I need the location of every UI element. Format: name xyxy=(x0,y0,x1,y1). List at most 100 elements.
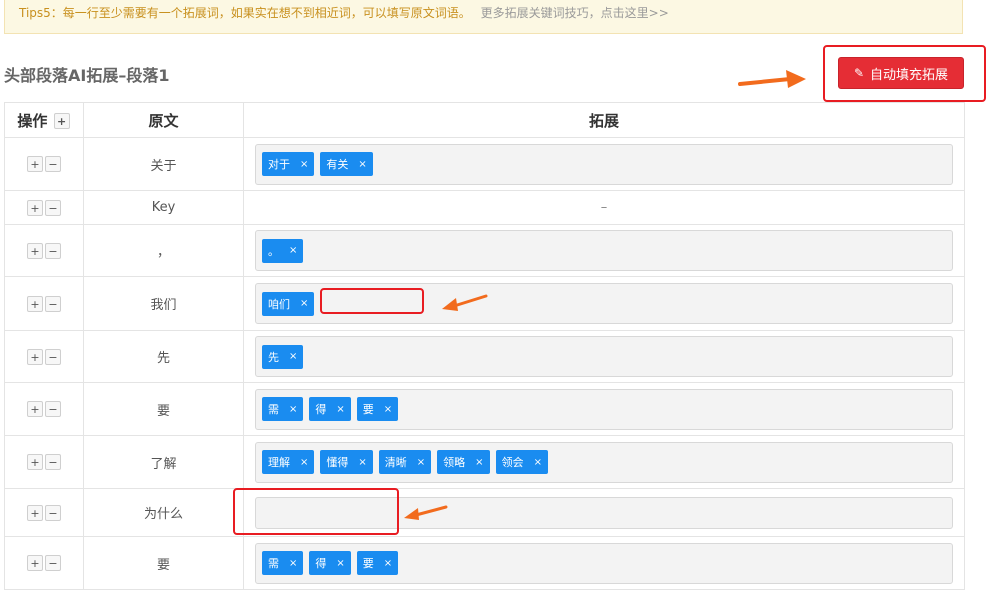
expansion-tag: 懂得 × xyxy=(320,450,373,474)
expansion-tag: 要 × xyxy=(356,551,399,575)
tag-label: 领略 xyxy=(443,456,466,469)
table-row: + − 要需 × 得 × 要 × xyxy=(4,536,965,590)
row-ops-cell: + − xyxy=(4,224,84,277)
annotation-arrow-icon xyxy=(738,70,806,88)
tag-input-field[interactable]: 需 × 得 × 要 × xyxy=(255,388,953,430)
tag-label: 需 xyxy=(268,557,279,570)
tag-label: 咱们 xyxy=(268,297,290,311)
remove-row-button[interactable]: − xyxy=(45,242,61,259)
autofill-button[interactable]: ✎ 自动填充拓展 xyxy=(838,57,964,89)
expansion-cell: 对于 × 有关 × xyxy=(243,137,965,191)
add-row-button[interactable]: + xyxy=(27,348,43,365)
tag-remove-icon[interactable]: × xyxy=(358,457,366,468)
tips-banner: Tips5：每一行至少需要有一个拓展词，如果实在想不到相近词，可以填写原文词语。… xyxy=(4,0,963,34)
row-ops-cell: + − xyxy=(4,276,84,331)
tag-remove-icon[interactable]: × xyxy=(417,457,425,468)
tag-remove-icon[interactable]: × xyxy=(475,457,483,468)
expansion-table: 操作 + 原文 拓展 + − 关于 对于 × 有关 × + − Key – + −，。 × + − 我们 咱们 × +… xyxy=(4,102,965,590)
expansion-tag: 。 × xyxy=(262,238,304,263)
expansion-cell: – xyxy=(243,190,965,225)
tag-label: 先 xyxy=(268,350,279,364)
row-ops-cell: + − xyxy=(4,435,84,489)
source-header: 原文 xyxy=(83,102,244,138)
tag-input-field[interactable]: 理解 × 懂得 × 清晰 × 领略 × 领会 × xyxy=(255,441,953,483)
expansion-tag: 清晰 × xyxy=(378,450,432,474)
tag-label: 理解 xyxy=(268,456,290,469)
tag-remove-icon[interactable]: × xyxy=(289,245,297,256)
empty-placeholder: – xyxy=(600,200,608,215)
expansion-tag: 咱们 × xyxy=(262,291,315,316)
expansion-tag: 需 × xyxy=(262,397,304,421)
tag-remove-icon[interactable]: × xyxy=(534,457,542,468)
tag-remove-icon[interactable]: × xyxy=(336,404,344,415)
tag-remove-icon[interactable]: × xyxy=(289,351,297,362)
table-header-row: 操作 + 原文 拓展 xyxy=(4,102,965,138)
table-row: + − 了解 理解 × 懂得 × 清晰 × 领略 × 领会 × xyxy=(4,435,965,489)
tag-input-field[interactable]: 先 × xyxy=(255,336,953,377)
add-row-button[interactable]: + xyxy=(27,156,43,172)
remove-row-button[interactable]: − xyxy=(45,454,61,470)
tag-label: 对于 xyxy=(268,158,290,171)
tag-remove-icon[interactable]: × xyxy=(336,558,344,569)
tag-remove-icon[interactable]: × xyxy=(384,404,392,415)
expansion-cell: 。 × xyxy=(243,224,965,277)
expansion-tag: 需 × xyxy=(262,551,304,575)
tag-label: 要 xyxy=(362,403,374,416)
remove-row-button[interactable]: − xyxy=(45,295,61,312)
remove-row-button[interactable]: − xyxy=(45,504,61,521)
source-word: ， xyxy=(83,224,244,277)
remove-row-button[interactable]: − xyxy=(45,555,61,571)
expansion-cell: 理解 × 懂得 × 清晰 × 领略 × 领会 × xyxy=(243,435,965,489)
tips-more-link[interactable]: 更多拓展关键词技巧，点击这里>> xyxy=(481,6,669,20)
source-word: 要 xyxy=(83,536,244,590)
tag-remove-icon[interactable]: × xyxy=(289,404,297,415)
remove-row-button[interactable]: − xyxy=(45,199,61,216)
tag-remove-icon[interactable]: × xyxy=(300,457,308,468)
table-row: + − 我们 咱们 × xyxy=(4,276,965,331)
add-row-button[interactable]: + xyxy=(27,295,43,312)
table-row: + −，。 × xyxy=(4,224,965,277)
tag-input-field[interactable] xyxy=(255,496,953,529)
table-row: + − Key – xyxy=(4,190,965,225)
tag-remove-icon[interactable]: × xyxy=(300,159,308,170)
tag-label: 得 xyxy=(315,557,327,570)
table-row: + − 先先 × xyxy=(4,330,965,383)
tag-label: 。 xyxy=(268,244,279,258)
tag-remove-icon[interactable]: × xyxy=(384,558,392,569)
ops-header-label: 操作 xyxy=(17,111,48,130)
remove-row-button[interactable]: − xyxy=(45,401,61,417)
expansion-cell: 需 × 得 × 要 × xyxy=(243,536,965,590)
row-ops-cell: + − xyxy=(4,536,84,590)
table-row: + − 要 需 × 得 × 要 × xyxy=(4,382,965,436)
expansion-cell xyxy=(243,488,965,537)
add-row-button[interactable]: + xyxy=(27,242,43,259)
table-row: + − 关于 对于 × 有关 × xyxy=(4,137,965,191)
tag-input-field[interactable]: 需 × 得 × 要 × xyxy=(255,542,953,584)
row-ops-cell: + − xyxy=(4,488,84,537)
expansion-tag: 领略 × xyxy=(437,450,490,474)
tag-input-field[interactable]: 咱们 × xyxy=(255,283,953,324)
add-row-button[interactable]: + xyxy=(27,199,43,216)
expansion-tag: 得 × xyxy=(309,397,351,421)
tag-input-field[interactable]: 。 × xyxy=(255,230,953,271)
add-row-button[interactable]: + xyxy=(27,454,43,470)
tag-label: 领会 xyxy=(501,456,524,469)
expansion-tag: 要 × xyxy=(356,397,399,421)
remove-row-button[interactable]: − xyxy=(45,348,61,365)
tag-remove-icon[interactable]: × xyxy=(358,159,366,170)
expand-header: 拓展 xyxy=(243,102,965,138)
tag-label: 清晰 xyxy=(384,456,407,469)
tag-input-field[interactable]: 对于 × 有关 × xyxy=(255,143,953,185)
expansion-cell: 需 × 得 × 要 × xyxy=(243,382,965,436)
tag-remove-icon[interactable]: × xyxy=(300,298,308,309)
tips-text: Tips5：每一行至少需要有一个拓展词，如果实在想不到相近词，可以填写原文词语。 xyxy=(19,6,471,20)
tag-label: 有关 xyxy=(326,158,349,171)
add-row-button[interactable]: + xyxy=(53,113,70,129)
tag-remove-icon[interactable]: × xyxy=(289,558,297,569)
expansion-tag: 领会 × xyxy=(495,450,548,474)
add-row-button[interactable]: + xyxy=(27,555,43,571)
add-row-button[interactable]: + xyxy=(27,401,43,417)
remove-row-button[interactable]: − xyxy=(45,156,61,172)
expansion-tag: 理解 × xyxy=(262,450,315,474)
add-row-button[interactable]: + xyxy=(27,504,43,521)
